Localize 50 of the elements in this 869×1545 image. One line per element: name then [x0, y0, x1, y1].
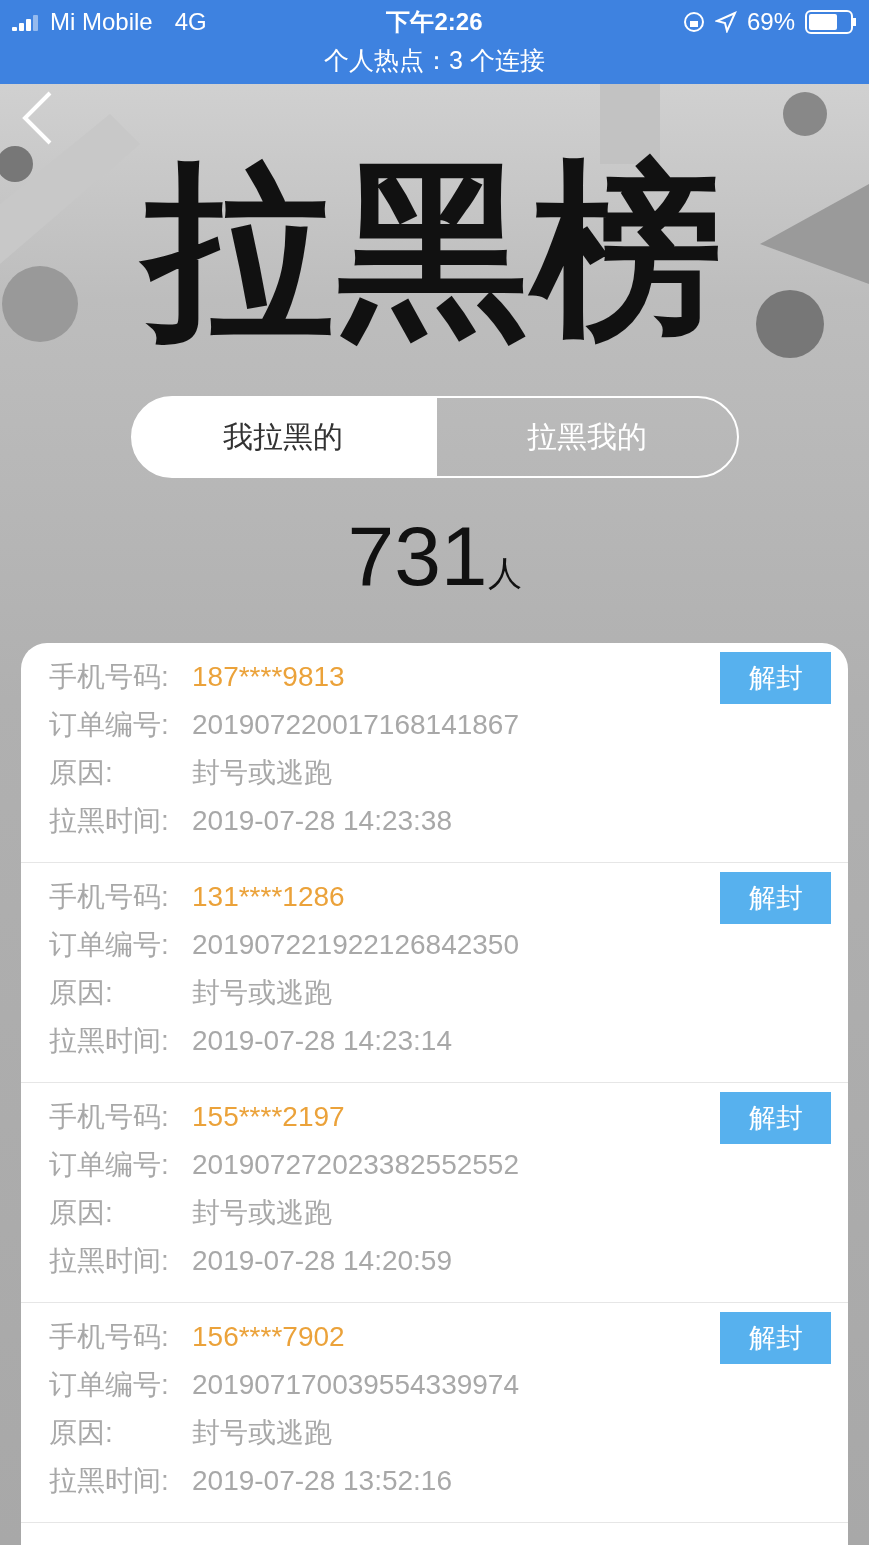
- field-label: 订单编号:: [49, 1368, 170, 1402]
- unblock-button[interactable]: 解封: [720, 872, 831, 924]
- count-unit: 人: [487, 553, 522, 594]
- unblock-button[interactable]: 解封: [720, 1092, 831, 1144]
- field-label: 订单编号:: [49, 708, 170, 742]
- field-label: 拉黑时间:: [49, 1024, 170, 1058]
- field-label: 原因:: [49, 756, 114, 790]
- phone-number: 156****7902: [192, 1321, 345, 1353]
- field-label: 原因:: [49, 976, 114, 1010]
- phone-number: 131****1286: [192, 881, 345, 913]
- field-label: 手机号码:: [49, 1100, 170, 1134]
- blacklist-time: 2019-07-28 14:23:14: [192, 1025, 452, 1057]
- phone-number: 155****2197: [192, 1101, 345, 1133]
- banner-title: 拉黑榜: [131, 140, 738, 360]
- field-label: 拉黑时间:: [49, 1464, 170, 1498]
- blacklist-time: 2019-07-28 14:23:38: [192, 805, 452, 837]
- reason-text: 封号或逃跑: [192, 1416, 332, 1450]
- field-label: 原因:: [49, 1196, 114, 1230]
- blacklist-time: 2019-07-28 13:52:16: [192, 1465, 452, 1497]
- network-type: 4G: [174, 8, 207, 36]
- field-label: 订单编号:: [49, 928, 170, 962]
- order-number: 201907220017168141867: [192, 709, 520, 741]
- back-icon[interactable]: [20, 90, 54, 146]
- order-number: 201907272023382552552: [192, 1149, 520, 1181]
- battery-percent: 69%: [746, 8, 795, 36]
- segment-tab[interactable]: 拉黑我的: [434, 396, 739, 478]
- location-arrow-icon: [714, 11, 737, 33]
- reason-text: 封号或逃跑: [192, 976, 332, 1010]
- blacklist-count: 731: [347, 508, 488, 605]
- field-label: 手机号码:: [49, 660, 170, 694]
- reason-text: 封号或逃跑: [192, 1196, 332, 1230]
- phone-number: 187****9813: [192, 661, 345, 693]
- segment-tab[interactable]: 我拉黑的: [130, 396, 435, 478]
- order-number: 201907221922126842350: [192, 929, 520, 961]
- field-label: 手机号码:: [49, 880, 170, 914]
- carrier-name: Mi Mobile: [50, 8, 153, 36]
- unblock-button[interactable]: 解封: [720, 652, 831, 704]
- field-label: 原因:: [49, 1416, 114, 1450]
- field-label: 拉黑时间:: [49, 1244, 170, 1278]
- battery-icon: [805, 10, 857, 34]
- unblock-button[interactable]: 解封: [720, 1312, 831, 1364]
- order-number: 201907170039554339974: [192, 1369, 520, 1401]
- rotation-lock-icon: [682, 11, 705, 33]
- field-label: 拉黑时间:: [49, 804, 170, 838]
- status-time: 下午2:26: [386, 7, 483, 37]
- field-label: 订单编号:: [49, 1148, 170, 1182]
- blacklist-time: 2019-07-28 14:20:59: [192, 1245, 452, 1277]
- field-label: 手机号码:: [49, 1320, 170, 1354]
- hotspot-status: 个人热点：3 个连接: [323, 45, 546, 76]
- reason-text: 封号或逃跑: [192, 756, 332, 790]
